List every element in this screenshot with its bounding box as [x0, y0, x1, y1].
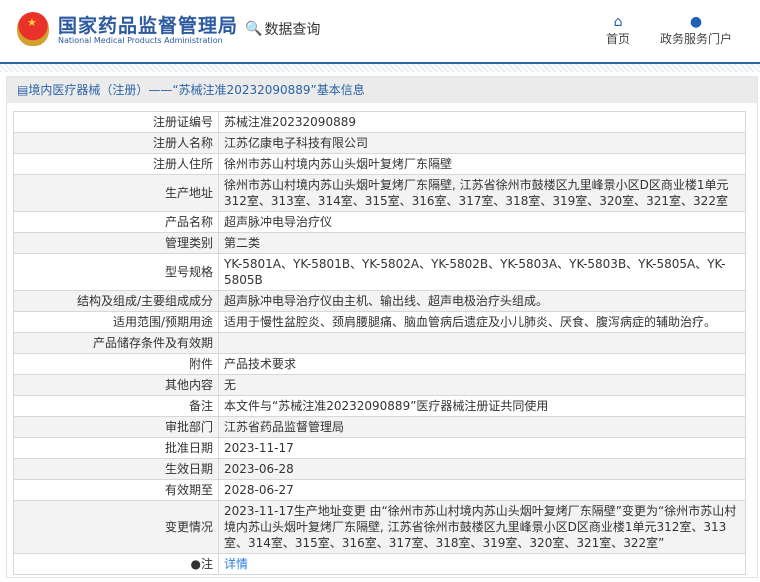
field-value: 无 [218, 374, 746, 396]
field-value: 2023-11-17生产地址变更 由“徐州市苏山村境内苏山头烟叶复烤厂东隔壁”变… [218, 500, 746, 554]
nav-service-portal[interactable]: ● 政务服务门户 [660, 14, 732, 47]
field-label: 有效期至 [13, 479, 219, 501]
table-row: 注册人住所 徐州市苏山村境内苏山头烟叶复烤厂东隔壁 [13, 153, 746, 175]
table-row: 批准日期 2023-11-17 [13, 437, 746, 459]
field-value: YK-5801A、YK-5801B、YK-5802A、YK-5802B、YK-5… [218, 253, 746, 291]
table-row: 其他内容无 [13, 374, 746, 396]
field-value: 超声脉冲电导治疗仪 [218, 211, 746, 233]
field-label: 其他内容 [13, 374, 219, 396]
field-label: 注册证编号 [13, 111, 219, 133]
field-value: 本文件与“苏械注准20232090889”医疗器械注册证共同使用 [218, 395, 746, 417]
table-row: 产品名称 超声脉冲电导治疗仪 [13, 211, 746, 233]
field-label: 生产地址 [13, 174, 219, 212]
details-link[interactable]: 详情 [224, 557, 248, 571]
field-value: 2023-11-17 [218, 437, 746, 459]
field-value [218, 332, 746, 354]
field-label: 型号规格 [13, 253, 219, 291]
table-row: 结构及组成/主要组成成分 超声脉冲电导治疗仪由主机、输出线、超声电极治疗头组成。 [13, 290, 746, 312]
field-value: 徐州市苏山村境内苏山头烟叶复烤厂东隔壁, 江苏省徐州市鼓楼区九里峰景小区D区商业… [218, 174, 746, 212]
divider [0, 64, 760, 72]
field-label: 备注 [13, 395, 219, 417]
table-row: 型号规格 YK-5801A、YK-5801B、YK-5802A、YK-5802B、… [13, 253, 746, 291]
table-row: 产品储存条件及有效期 [13, 332, 746, 354]
table-row: 注册证编号 苏械注准20232090889 [13, 111, 746, 133]
table-row: 适用范围/预期用途 适用于慢性盆腔炎、颈肩腰腿痛、脑血管病后遗症及小儿肺炎、厌食、… [13, 311, 746, 333]
field-label: 结构及组成/主要组成成分 [13, 290, 219, 312]
field-label: 注册人住所 [13, 153, 219, 175]
nav-home-label: 首页 [606, 32, 631, 46]
table-row: 有效期至 2028-06-27 [13, 479, 746, 501]
field-label: 生效日期 [13, 458, 219, 480]
nav-portal-label: 政务服务门户 [660, 32, 733, 46]
data-query-label: 数据查询 [264, 22, 321, 38]
field-label: 审批部门 [13, 416, 219, 438]
table-row: 备注 本文件与“苏械注准20232090889”医疗器械注册证共同使用 [13, 395, 746, 417]
field-value: 徐州市苏山村境内苏山头烟叶复烤厂东隔壁 [218, 153, 746, 175]
field-value: 2028-06-27 [218, 479, 746, 501]
user-icon: ● [689, 14, 703, 30]
field-value: 详情 [218, 553, 746, 575]
table-row: 注册人名称 江苏亿康电子科技有限公司 [13, 132, 746, 154]
field-label: 注册人名称 [13, 132, 219, 154]
field-label: 附件 [13, 353, 219, 375]
field-value: 2023-06-28 [218, 458, 746, 480]
detail-panel: ▤境内医疗器械（注册）——“苏械注准20232090889”基本信息 注册证编号… [6, 76, 758, 578]
panel-title-text: 境内医疗器械（注册）——“苏械注准20232090889”基本信息 [28, 83, 365, 97]
search-document-icon: 🔍 [245, 21, 263, 37]
field-value: 适用于慢性盆腔炎、颈肩腰腿痛、脑血管病后遗症及小儿肺炎、厌食、腹泻病症的辅助治疗… [218, 311, 746, 333]
logo-subtitle: National Medical Products Administration [58, 36, 223, 45]
data-query-title: 🔍 数据查询 [245, 19, 320, 39]
panel-title: ▤境内医疗器械（注册）——“苏械注准20232090889”基本信息 [7, 77, 757, 103]
field-label: 适用范围/预期用途 [13, 311, 219, 333]
table-row: 变更情况 2023-11-17生产地址变更 由“徐州市苏山村境内苏山头烟叶复烤厂东… [13, 500, 746, 554]
field-value: 产品技术要求 [218, 353, 746, 375]
table-row: 生产地址 徐州市苏山村境内苏山头烟叶复烤厂东隔壁, 江苏省徐州市鼓楼区九里峰景小区… [13, 174, 746, 212]
field-label: ●注 [13, 553, 219, 575]
table-row: 管理类别 第二类 [13, 232, 746, 254]
logo-title[interactable]: 国家药品监督管理局 [58, 11, 238, 38]
home-icon: ⌂ [613, 14, 623, 30]
pin-icon: ● [190, 557, 201, 571]
document-icon: ▤ [17, 83, 29, 97]
detail-table: 注册证编号 苏械注准20232090889 注册人名称 江苏亿康电子科技有限公司 注册人… [13, 111, 746, 575]
field-label: 产品储存条件及有效期 [13, 332, 219, 354]
national-emblem-logo [17, 12, 49, 46]
field-label: 管理类别 [13, 232, 219, 254]
table-row: 生效日期 2023-06-28 [13, 458, 746, 480]
field-label: 批准日期 [13, 437, 219, 459]
table-row-note: ●注 详情 [13, 553, 746, 575]
field-value: 江苏亿康电子科技有限公司 [218, 132, 746, 154]
field-value: 超声脉冲电导治疗仪由主机、输出线、超声电极治疗头组成。 [218, 290, 746, 312]
table-row: 附件 产品技术要求 [13, 353, 746, 375]
field-value: 第二类 [218, 232, 746, 254]
field-value: 江苏省药品监督管理局 [218, 416, 746, 438]
field-value: 苏械注准20232090889 [218, 111, 746, 133]
note-label: 注 [200, 557, 213, 571]
table-row: 审批部门 江苏省药品监督管理局 [13, 416, 746, 438]
site-header: 国家药品监督管理局 National Medical Products Admi… [0, 0, 760, 64]
nav-home[interactable]: ⌂ 首页 [606, 14, 630, 47]
field-label: 产品名称 [13, 211, 219, 233]
field-label: 变更情况 [13, 500, 219, 554]
